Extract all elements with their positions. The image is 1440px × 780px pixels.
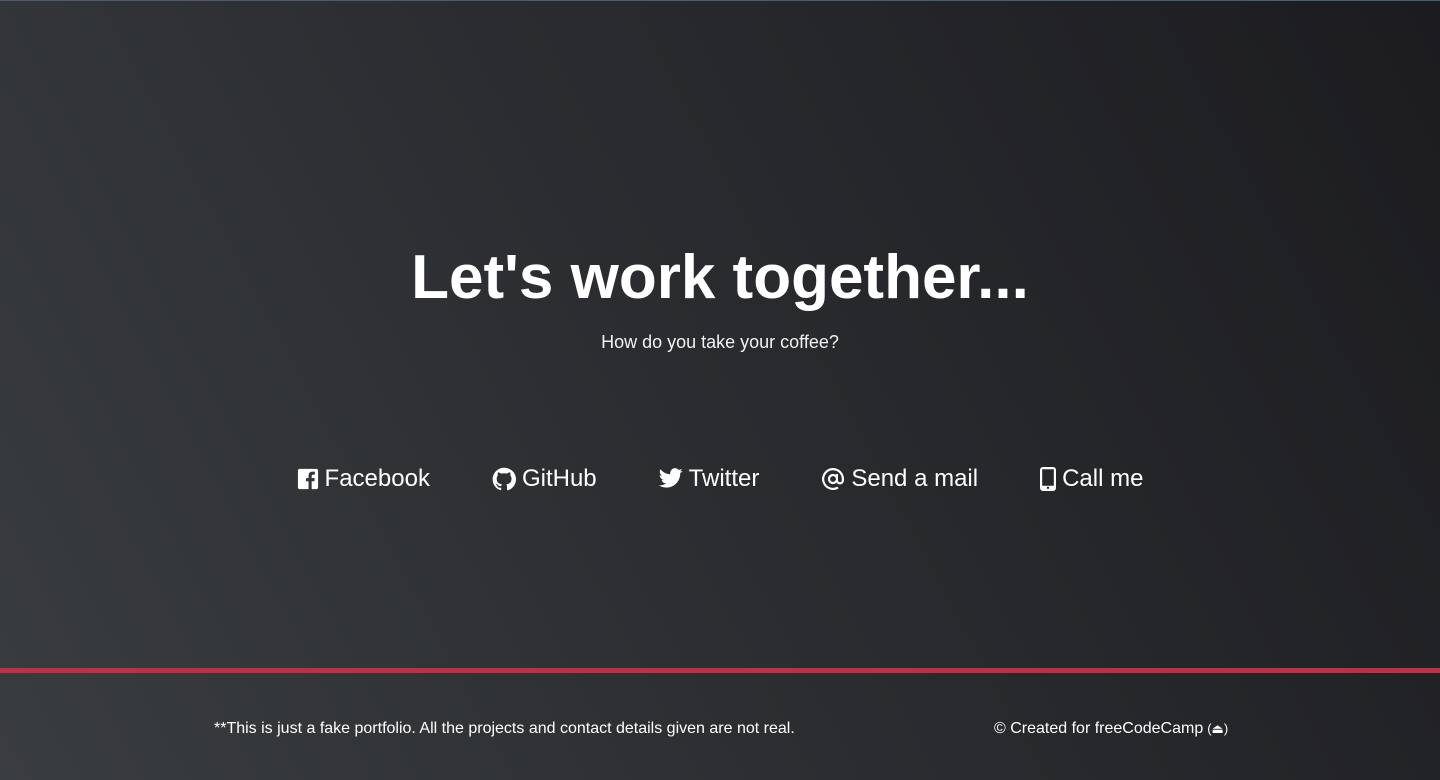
send-mail-link[interactable]: Send a mail	[821, 464, 978, 494]
freecodecamp-icon: (⏏)	[1207, 721, 1229, 736]
page-title: Let's work together...	[411, 243, 1029, 312]
disclaimer-text: **This is just a fake portfolio. All the…	[214, 720, 795, 737]
page-subtitle: How do you take your coffee?	[601, 332, 839, 352]
contact-section: Let's work together... How do you take y…	[0, 0, 1440, 668]
twitter-link[interactable]: Twitter	[658, 464, 760, 494]
call-me-link-label: Call me	[1062, 465, 1144, 492]
github-link-label: GitHub	[521, 465, 597, 492]
facebook-icon	[297, 468, 318, 490]
github-icon	[492, 467, 516, 491]
twitter-icon	[658, 468, 683, 488]
credit-text: © Created for freeCodeCamp (⏏)	[994, 719, 1228, 739]
credit-label: © Created for freeCodeCamp	[994, 720, 1204, 737]
call-me-link[interactable]: Call me	[1040, 464, 1143, 494]
facebook-link[interactable]: Facebook	[297, 464, 430, 494]
facebook-link-label: Facebook	[324, 465, 430, 492]
contact-links: Facebook GitHub Twitter Send a mail Call…	[0, 462, 1440, 496]
mobile-phone-icon	[1040, 467, 1057, 491]
twitter-link-label: Twitter	[688, 465, 760, 492]
send-mail-link-label: Send a mail	[851, 465, 979, 492]
at-icon	[822, 468, 845, 490]
github-link[interactable]: GitHub	[492, 464, 597, 494]
